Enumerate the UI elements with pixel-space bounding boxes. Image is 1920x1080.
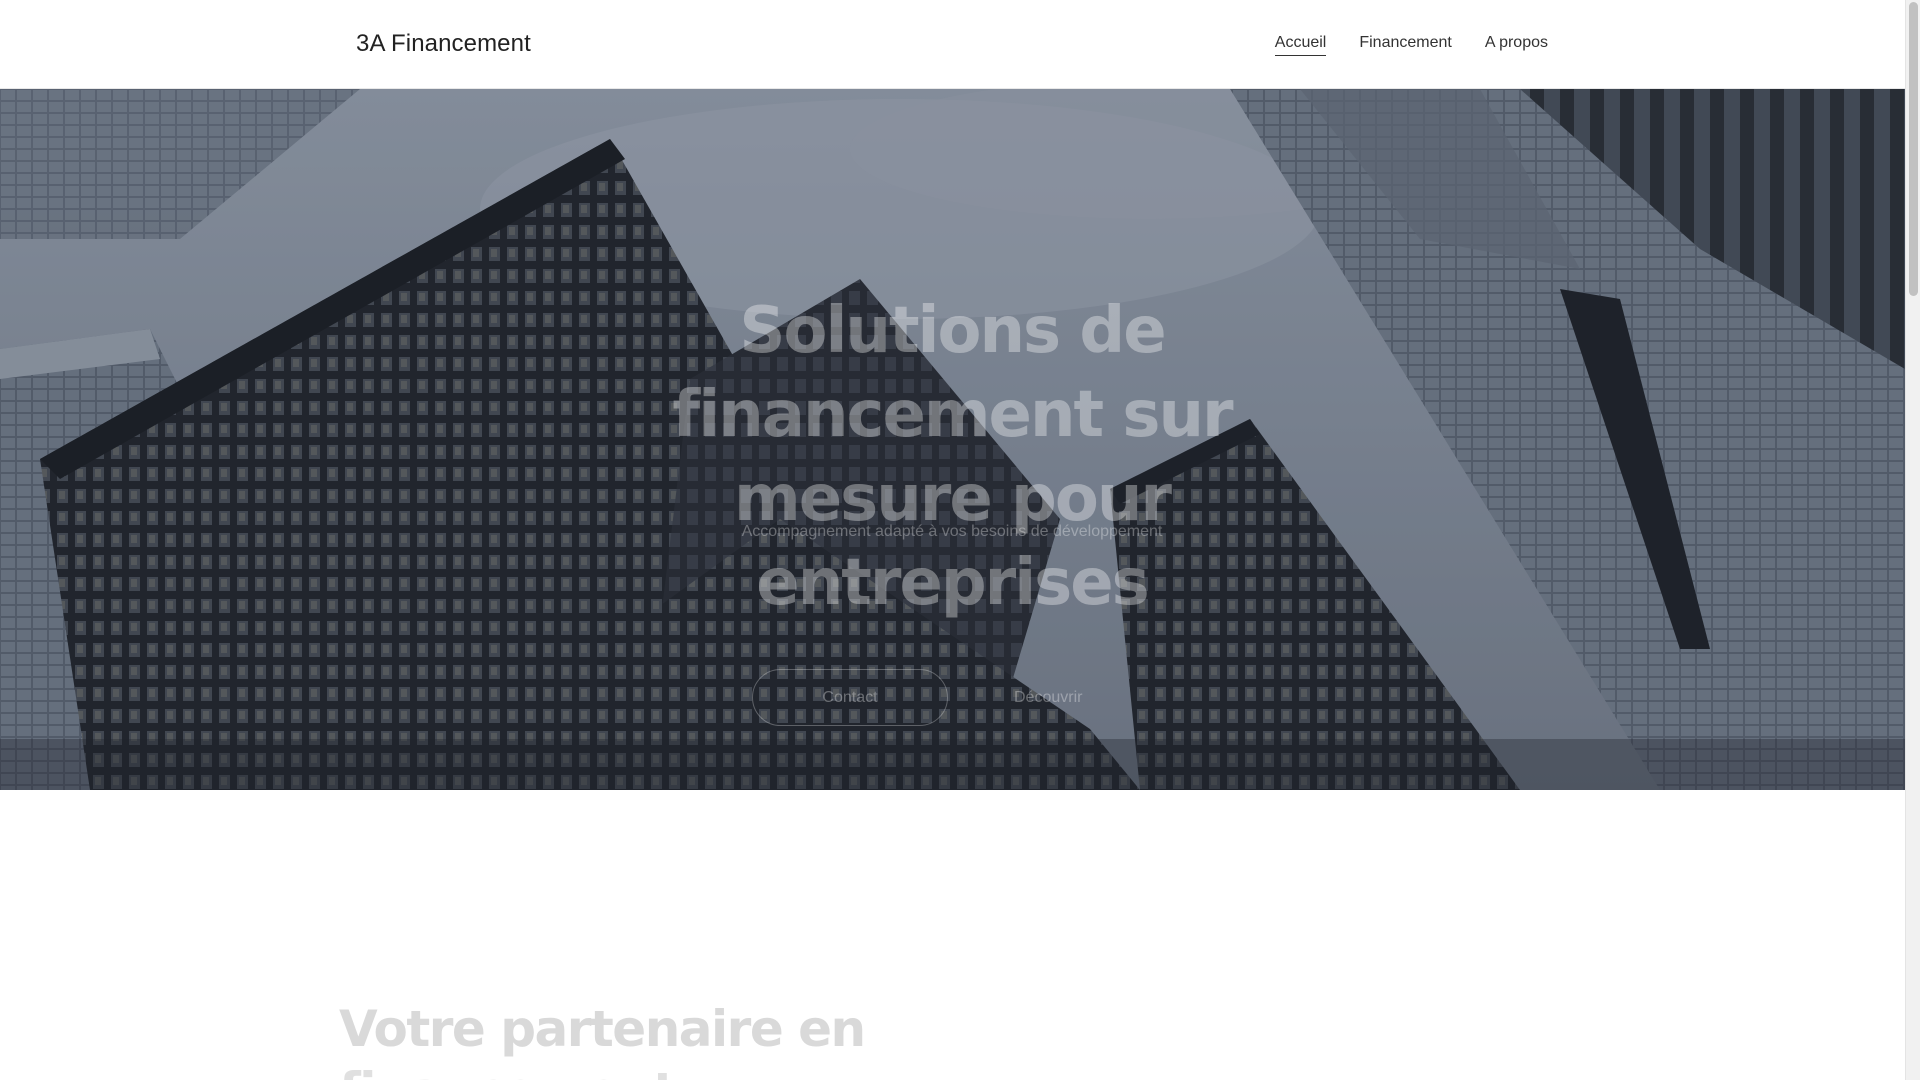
- hero-title: Solutions de financement sur mesure pour…: [672, 294, 1233, 620]
- section-title-line2: financement: [339, 1062, 677, 1080]
- contact-button[interactable]: Contact: [752, 669, 948, 726]
- nav-item-accueil[interactable]: Accueil: [1274, 34, 1327, 56]
- main-nav: Accueil Financement A propos: [1274, 34, 1548, 56]
- page-viewport: 3A Financement Accueil Financement A pro…: [0, 0, 1905, 1080]
- discover-button[interactable]: Découvrir: [1014, 689, 1082, 707]
- nav-item-financement[interactable]: Financement: [1359, 34, 1452, 56]
- page-scrollbar[interactable]: [1905, 0, 1920, 1080]
- nav-item-a-propos[interactable]: A propos: [1485, 34, 1548, 56]
- site-header: 3A Financement Accueil Financement A pro…: [0, 0, 1905, 89]
- hero-buttons: Contact Découvrir: [752, 669, 1082, 726]
- scrollbar-thumb[interactable]: [1909, 2, 1918, 296]
- site-logo[interactable]: 3A Financement: [356, 30, 531, 58]
- hero-section: Solutions de financement sur mesure pour…: [0, 89, 1905, 790]
- hero-subtitle: Accompagnement adapté à vos besoins de d…: [741, 523, 1163, 540]
- section-title: Votre partenaire en: [339, 1000, 866, 1058]
